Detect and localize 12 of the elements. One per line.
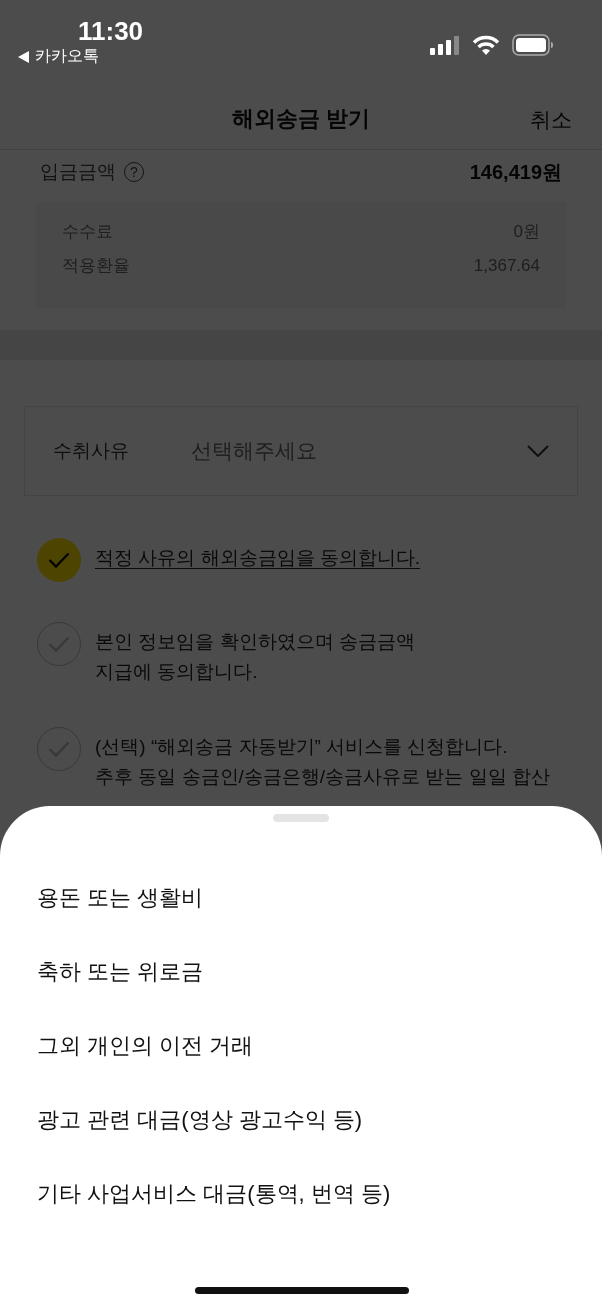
agreement-text: 본인 정보임을 확인하였으며 송금금액 지급에 동의합니다.	[95, 630, 415, 684]
sheet-handle[interactable]	[273, 814, 329, 822]
agreement-text: (선택) “해외송금 자동받기” 서비스를 신청합니다. 추후 동일 송금인/송금은행/송금사유로 받는 일일 합산	[95, 735, 550, 789]
signal-icon	[430, 35, 460, 55]
page-title: 해외송금 받기	[231, 104, 371, 133]
back-to-app-link[interactable]: 카카오톡	[18, 46, 99, 67]
battery-icon	[512, 34, 554, 56]
clock-time: 11:30	[78, 16, 144, 47]
wifi-icon	[472, 35, 500, 55]
back-arrow-icon	[18, 50, 29, 63]
amount-label: 입금금액	[40, 160, 116, 184]
amount-value: 146,419원	[469, 159, 562, 185]
